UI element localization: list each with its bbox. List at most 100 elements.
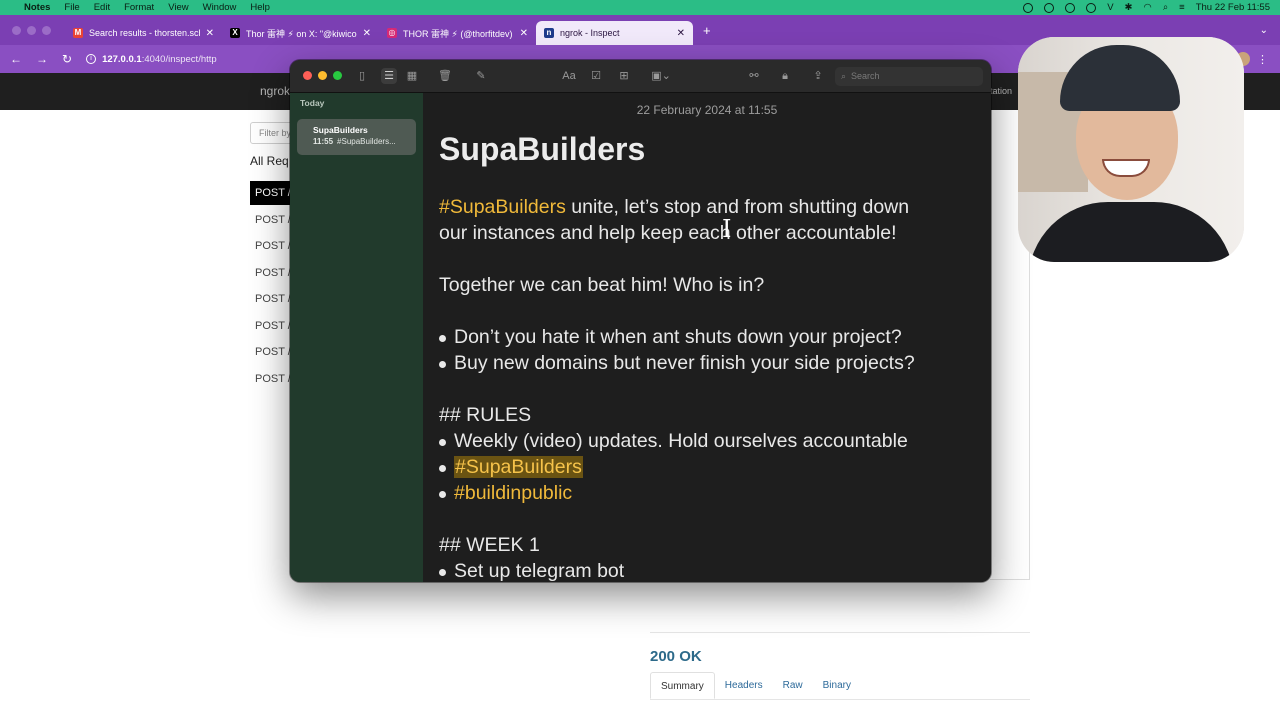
url-path: :4040/inspect/http	[141, 53, 217, 65]
menu-window[interactable]: Window	[203, 2, 237, 13]
menu-view[interactable]: View	[168, 2, 188, 13]
tab-list-chevron-icon[interactable]: ⌄	[1260, 25, 1268, 36]
divider	[650, 632, 1030, 633]
collaborate-icon[interactable]: ⚯	[746, 68, 762, 84]
browser-tab-active[interactable]: n ngrok - Inspect ✕	[536, 21, 693, 45]
menu-help[interactable]: Help	[250, 2, 270, 13]
list-view-icon[interactable]: ☰	[381, 68, 397, 84]
status-app-icon[interactable]	[1044, 2, 1055, 13]
lock-icon[interactable]: 🔒︎	[774, 68, 796, 84]
control-center-icon[interactable]: ≡	[1179, 2, 1185, 13]
ngrok-favicon-icon: n	[544, 28, 554, 38]
text-cursor-icon: I	[722, 215, 732, 243]
browser-tab[interactable]: X Thor 雷神 ⚡ on X: "@kiwicop ✕	[222, 21, 379, 45]
close-tab-icon[interactable]: ✕	[520, 28, 528, 39]
table-icon[interactable]: ⊞	[616, 68, 632, 84]
v-app-icon[interactable]: V	[1107, 2, 1113, 13]
note-title[interactable]: SupaBuilders	[439, 131, 645, 168]
minimize-window-button[interactable]	[318, 71, 327, 80]
notes-list-sidebar: Today SupaBuilders 11:55 #SupaBuilders...	[290, 93, 423, 582]
note-bullet[interactable]: #buildinpublic	[439, 482, 572, 505]
note-bullet[interactable]: #SupaBuilders	[439, 456, 583, 479]
gmail-favicon-icon: M	[73, 28, 83, 38]
response-status: 200 OK	[650, 648, 702, 665]
note-heading-rules[interactable]: ## RULES	[439, 404, 531, 427]
share-icon[interactable]: ⇪	[810, 68, 826, 84]
note-text: unite, let’s stop and from shutting down	[565, 196, 910, 218]
note-paragraph-line[interactable]: #SupaBuilders unite, let’s stop and from…	[439, 196, 909, 219]
browser-tab[interactable]: M Search results - thorsten.sch ✕	[65, 21, 222, 45]
hashtag[interactable]: #buildinpublic	[454, 482, 572, 504]
menu-file[interactable]: File	[64, 2, 79, 13]
forward-arrow-icon[interactable]: →	[36, 52, 48, 66]
record-icon[interactable]	[1023, 2, 1034, 13]
notes-window: ▯ ☰ ▦ 🗑 ✎ Aa ☑ ⊞ ▣⌄ ⚯ 🔒︎ ⇪ ⌕ Search Toda…	[290, 60, 991, 582]
note-bullet[interactable]: Set up telegram bot	[439, 560, 624, 582]
note-paragraph-line[interactable]: our instances and help keep each other a…	[439, 222, 897, 245]
text-format-icon[interactable]: Aa	[561, 68, 577, 84]
note-list-item[interactable]: SupaBuilders 11:55 #SupaBuilders...	[297, 119, 416, 155]
tab-title: Thor 雷神 ⚡ on X: "@kiwicop	[246, 28, 357, 39]
search-icon: ⌕	[841, 71, 847, 81]
zoom-window-button[interactable]	[333, 71, 342, 80]
close-window-button[interactable]	[303, 71, 312, 80]
wifi-icon[interactable]: ◠	[1144, 2, 1152, 13]
close-tab-icon[interactable]: ✕	[677, 28, 685, 39]
note-editor[interactable]: 22 February 2024 at 11:55 SupaBuilders #…	[423, 93, 991, 582]
macos-menubar: Notes File Edit Format View Window Help …	[0, 0, 1280, 15]
browser-tab[interactable]: ◎ THOR 雷神 ⚡ (@thorfitdev) • ✕	[379, 21, 536, 45]
tab-headers[interactable]: Headers	[715, 672, 773, 699]
url-host: 127.0.0.1	[102, 53, 142, 65]
checklist-icon[interactable]: ☑	[588, 68, 604, 84]
search-icon[interactable]: ⌕	[1163, 2, 1168, 13]
note-paragraph-line[interactable]: Together we can beat him! Who is in?	[439, 274, 764, 297]
instagram-favicon-icon: ◎	[387, 28, 397, 38]
menubar-clock[interactable]: Thu 22 Feb 11:55	[1196, 2, 1270, 13]
search-placeholder: Search	[851, 71, 880, 81]
ngrok-logo[interactable]: ngrok	[260, 84, 290, 98]
hashtag-highlighted[interactable]: #SupaBuilders	[454, 456, 583, 478]
note-bullet[interactable]: Don’t you hate it when ant shuts down yo…	[439, 326, 902, 349]
x-favicon-icon: X	[230, 28, 240, 38]
close-tab-icon[interactable]: ✕	[363, 28, 371, 39]
gallery-view-icon[interactable]: ▦	[404, 68, 420, 84]
tab-title: ngrok - Inspect	[560, 28, 620, 38]
new-tab-icon[interactable]: +	[703, 23, 711, 38]
note-heading-week[interactable]: ## WEEK 1	[439, 534, 540, 557]
menubar-status-area: V ✱ ◠ ⌕ ≡ Thu 22 Feb 11:55	[1023, 2, 1270, 13]
media-icon[interactable]: ▣⌄	[648, 68, 674, 84]
bluetooth-icon[interactable]: ✱	[1125, 2, 1133, 13]
url-field[interactable]: i 127.0.0.1:4040/inspect/http	[86, 54, 217, 65]
tab-title: THOR 雷神 ⚡ (@thorfitdev) •	[403, 28, 514, 39]
note-item-meta: 11:55 #SupaBuilders...	[313, 137, 406, 146]
menu-app-name[interactable]: Notes	[24, 2, 50, 13]
tab-binary[interactable]: Binary	[813, 672, 861, 699]
tab-raw[interactable]: Raw	[773, 672, 813, 699]
back-arrow-icon[interactable]: ←	[10, 52, 22, 66]
site-info-icon[interactable]: i	[86, 54, 97, 64]
note-item-preview: #SupaBuilders...	[337, 137, 396, 146]
notes-search-input[interactable]: ⌕ Search	[835, 67, 983, 86]
hashtag[interactable]: #SupaBuilders	[439, 196, 566, 218]
notes-window-controls	[303, 71, 342, 80]
menu-edit[interactable]: Edit	[94, 2, 110, 13]
response-tabs: Summary Headers Raw Binary	[650, 672, 1030, 700]
notes-group-heading: Today	[300, 98, 325, 108]
browser-menu-icon[interactable]: ⋮	[1257, 53, 1268, 66]
tab-title: Search results - thorsten.sch	[89, 28, 200, 38]
reload-icon[interactable]: ↻	[62, 52, 72, 66]
menu-format[interactable]: Format	[124, 2, 154, 13]
status-app-icon[interactable]	[1086, 2, 1097, 13]
browser-window-controls[interactable]	[12, 25, 51, 35]
compose-icon[interactable]: ✎	[473, 68, 489, 84]
close-tab-icon[interactable]: ✕	[206, 28, 214, 39]
tab-summary[interactable]: Summary	[650, 672, 715, 699]
sidebar-toggle-icon[interactable]: ▯	[354, 68, 370, 84]
note-bullet[interactable]: Buy new domains but never finish your si…	[439, 352, 915, 375]
status-app-icon[interactable]	[1065, 2, 1076, 13]
trash-icon[interactable]: 🗑	[437, 68, 453, 84]
note-bullet[interactable]: Weekly (video) updates. Hold ourselves a…	[439, 430, 908, 453]
notes-toolbar: ▯ ☰ ▦ 🗑 ✎ Aa ☑ ⊞ ▣⌄ ⚯ 🔒︎ ⇪ ⌕ Search	[290, 60, 991, 93]
note-item-time: 11:55	[313, 137, 334, 146]
webcam-overlay	[1018, 37, 1244, 262]
